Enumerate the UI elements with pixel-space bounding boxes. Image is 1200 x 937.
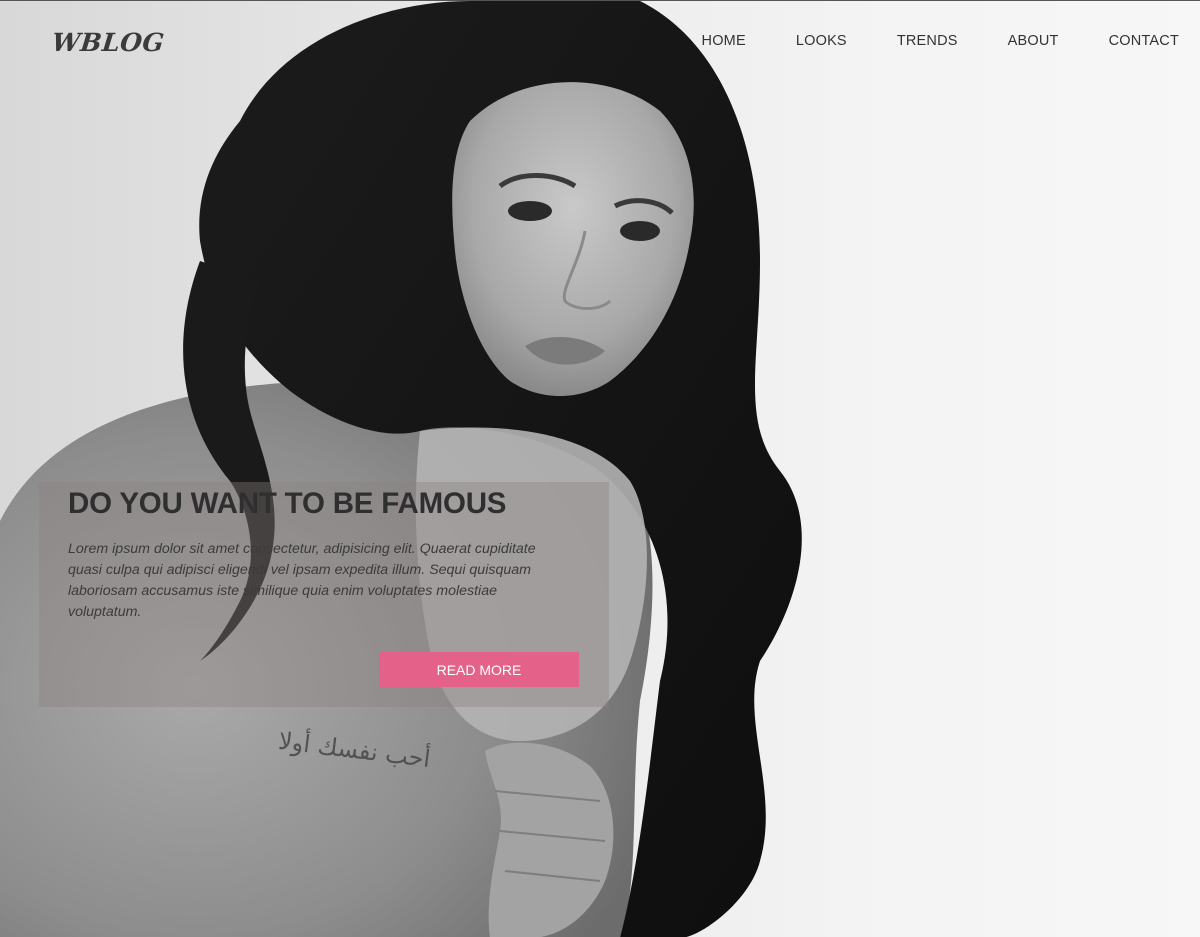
main-nav: HOME LOOKS TRENDS ABOUT CONTACT [652, 33, 1179, 49]
nav-contact[interactable]: CONTACT [1109, 33, 1179, 49]
nav-home[interactable]: HOME [702, 33, 746, 49]
site-header: WBLOG HOME LOOKS TRENDS ABOUT CONTACT [0, 1, 1200, 83]
page: أحب نفسك أولا WBLOG HOME LOOKS TRENDS AB… [0, 0, 1200, 937]
read-more-button[interactable]: READ MORE [379, 652, 579, 687]
nav-trends[interactable]: TRENDS [897, 33, 958, 49]
nav-looks[interactable]: LOOKS [796, 33, 847, 49]
hero-text: Lorem ipsum dolor sit amet consectetur, … [68, 541, 536, 620]
hero-photo [0, 1, 802, 937]
hero-title: DO YOU WANT TO BE FAMOUS [68, 487, 507, 520]
hero-card: DO YOU WANT TO BE FAMOUS Lorem ipsum dol… [39, 482, 609, 707]
site-logo[interactable]: WBLOG [50, 28, 165, 57]
nav-about[interactable]: ABOUT [1008, 33, 1059, 49]
